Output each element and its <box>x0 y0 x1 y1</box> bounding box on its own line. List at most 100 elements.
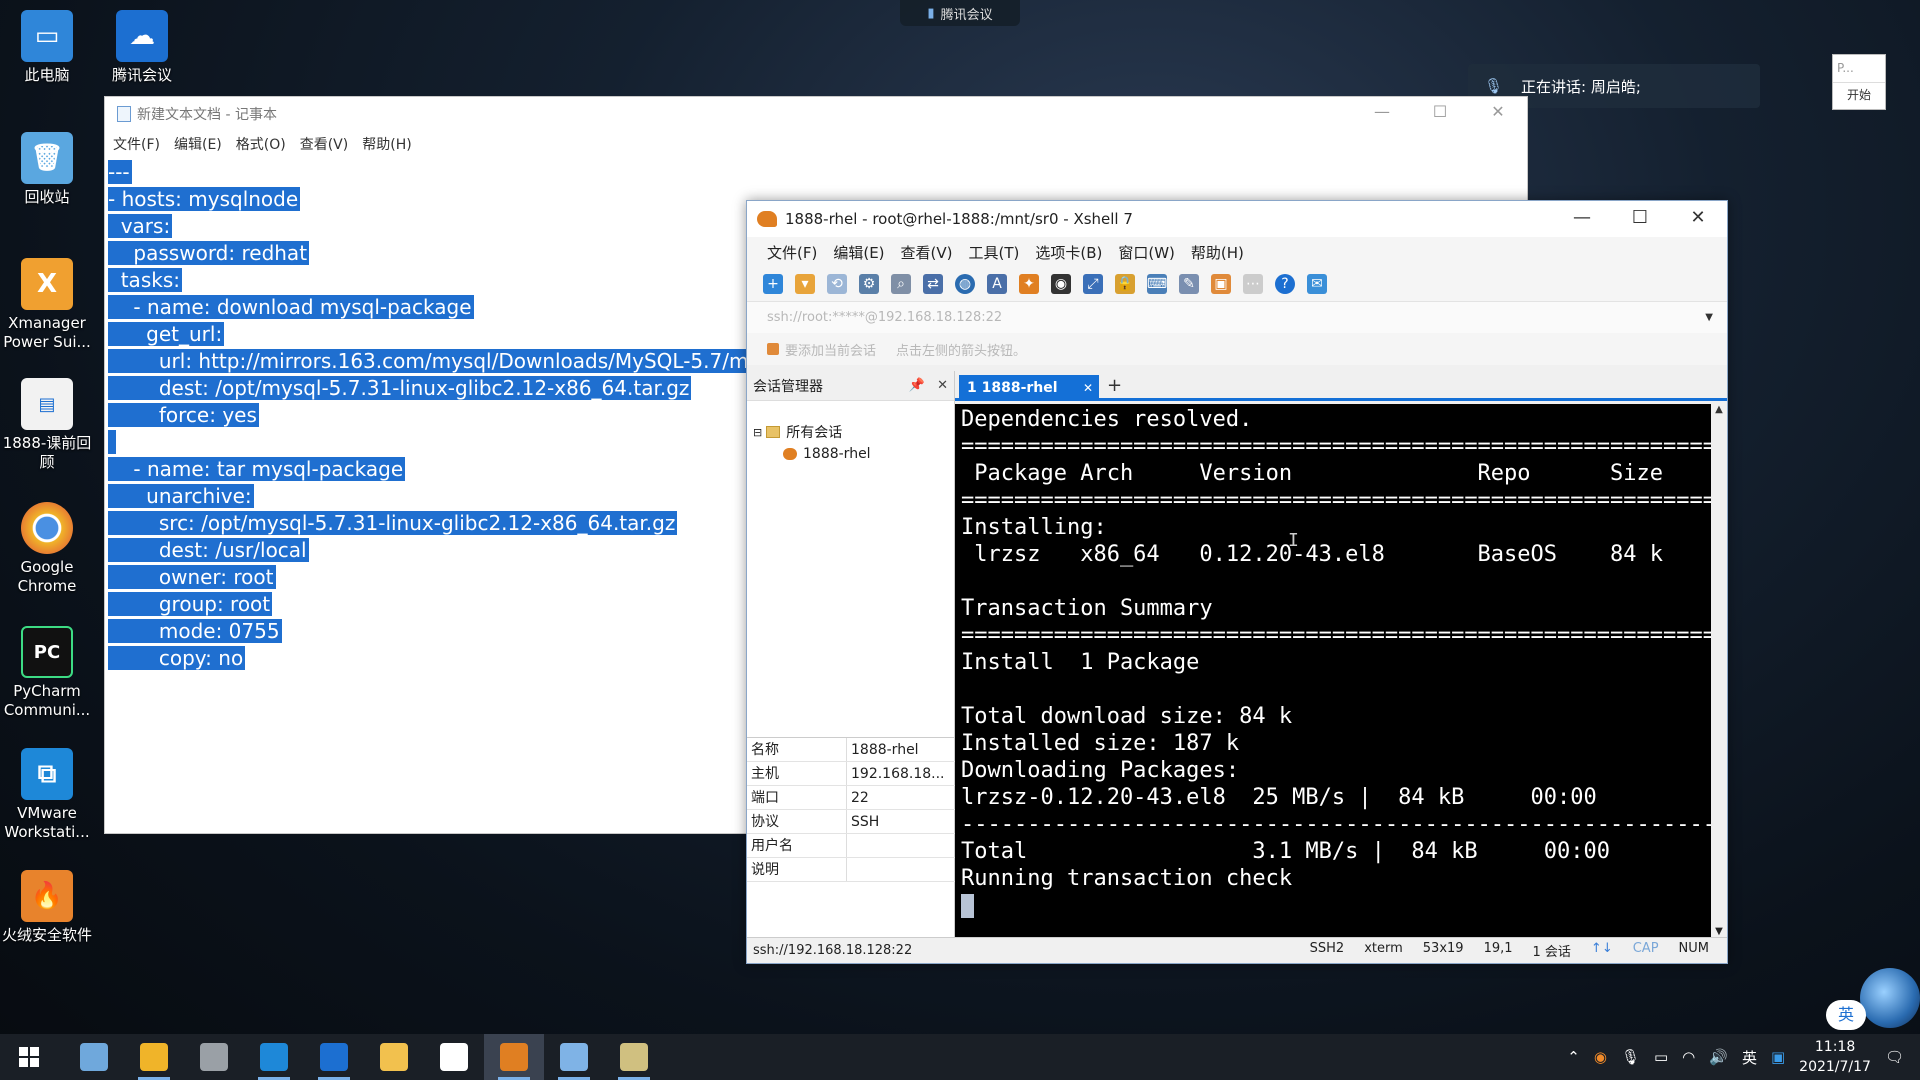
menu-help[interactable]: 帮助(H) <box>1191 242 1244 263</box>
tray-app-icon[interactable]: ◉ <box>1594 1048 1607 1066</box>
collapse-icon[interactable]: ⊟ <box>753 426 762 439</box>
scroll-up-icon[interactable]: ▲ <box>1711 404 1727 415</box>
menu-format[interactable]: 格式(O) <box>236 134 286 154</box>
menu-tools[interactable]: 工具(T) <box>969 242 1020 263</box>
ime-indicator[interactable]: 英 <box>1826 1000 1866 1030</box>
help-icon[interactable]: ? <box>1275 274 1295 294</box>
network-icon[interactable]: ◠ <box>1682 1048 1695 1066</box>
menu-edit[interactable]: 编辑(E) <box>833 242 884 263</box>
desktop-icon-xmanager[interactable]: X Xmanager Power Sui... <box>0 258 94 352</box>
address-text: ssh://root:*****@192.168.18.128:22 <box>767 310 1003 325</box>
taskbar-app-button[interactable] <box>244 1034 304 1080</box>
meeting-top-bar[interactable]: ▮ 腾讯会议 <box>900 0 1020 26</box>
menu-edit[interactable]: 编辑(E) <box>174 134 222 154</box>
desktop-icon-huorong[interactable]: 🔥 火绒安全软件 <box>0 870 94 945</box>
chevron-up-icon[interactable]: ⌃ <box>1567 1048 1580 1066</box>
notification-icon[interactable]: 🗨 <box>1885 1048 1904 1066</box>
desktop-icon-recycle-bin[interactable]: 🗑 回收站 <box>0 132 94 207</box>
desktop-icon-vmware[interactable]: ⧉ VMware Workstati... <box>0 748 94 842</box>
menu-help[interactable]: 帮助(H) <box>362 134 411 154</box>
compose-icon[interactable]: ▣ <box>1211 274 1231 294</box>
close-button[interactable]: ✕ <box>1669 201 1727 237</box>
menu-tabs[interactable]: 选项卡(B) <box>1035 242 1102 263</box>
address-dropdown-icon[interactable]: ▼ <box>1705 312 1713 323</box>
tab-session[interactable]: 1 1888-rhel ✕ <box>959 375 1099 401</box>
property-value: 22 <box>851 790 869 806</box>
property-key: 主机 <box>747 762 847 785</box>
taskbar-app-button[interactable] <box>424 1034 484 1080</box>
menu-file[interactable]: 文件(F) <box>113 134 160 154</box>
maximize-button[interactable]: ☐ <box>1411 97 1469 131</box>
tree-root[interactable]: ⊟ 所有会话 <box>753 421 954 443</box>
property-value <box>847 834 851 857</box>
xftp-icon[interactable]: ✦ <box>1019 274 1039 294</box>
battery-icon[interactable]: ▭ <box>1654 1048 1668 1066</box>
fullscreen-icon[interactable]: ⤢ <box>1083 274 1103 294</box>
tree-item-session[interactable]: 1888-rhel <box>753 443 954 465</box>
transfer-icon[interactable]: ⇄ <box>923 274 943 294</box>
maximize-button[interactable]: ☐ <box>1611 201 1669 237</box>
keyboard-icon[interactable]: ⌨ <box>1147 274 1167 294</box>
menu-file[interactable]: 文件(F) <box>767 242 817 263</box>
properties-icon[interactable]: ⚙ <box>859 274 879 294</box>
new-session-icon[interactable]: + <box>763 274 783 294</box>
reconnect-icon[interactable]: ⟲ <box>827 274 847 294</box>
taskbar-app-button[interactable] <box>544 1034 604 1080</box>
signal-icon: ▮ <box>927 5 935 21</box>
qq-icon[interactable]: ▣ <box>1771 1048 1785 1066</box>
tab-bar: 1 1888-rhel ✕ + <box>955 371 1727 401</box>
minimize-button[interactable]: — <box>1553 201 1611 237</box>
taskbar-app-button[interactable] <box>184 1034 244 1080</box>
menu-view[interactable]: 查看(V) <box>300 134 349 154</box>
ime-label[interactable]: 英 <box>1742 1047 1757 1068</box>
selected-text: dest: /usr/local <box>108 538 309 562</box>
terminal[interactable]: Dependencies resolved. ==================… <box>955 404 1711 937</box>
taskbar-app-button[interactable] <box>124 1034 184 1080</box>
property-row: 名称 1888-rhel <box>747 738 955 762</box>
chat-icon[interactable]: ✉ <box>1307 274 1327 294</box>
pin-icon[interactable]: 📌 <box>909 378 925 393</box>
taskbar-app-button[interactable] <box>364 1034 424 1080</box>
find-icon[interactable]: ⌕ <box>891 274 911 294</box>
desktop-icon-pycharm[interactable]: PC PyCharm Communi... <box>0 626 94 720</box>
menu-window[interactable]: 窗口(W) <box>1118 242 1175 263</box>
close-button[interactable]: ✕ <box>1469 97 1527 131</box>
property-row: 主机 192.168.18... <box>747 762 955 786</box>
desktop-icon-chrome[interactable]: Google Chrome <box>0 502 94 596</box>
taskbar-app-button[interactable] <box>604 1034 664 1080</box>
speaking-text: 正在讲话: 周启皓; <box>1521 77 1641 96</box>
selected-text: - name: download mysql-package <box>108 295 474 319</box>
script-icon[interactable]: ✎ <box>1179 274 1199 294</box>
clock[interactable]: 11:18 2021/7/17 <box>1799 1037 1871 1077</box>
close-icon[interactable]: ✕ <box>937 378 948 393</box>
mini-panel-label: P... <box>1833 55 1885 83</box>
notepad-menubar: 文件(F) 编辑(E) 格式(O) 查看(V) 帮助(H) <box>105 131 1527 157</box>
taskbar-app-button[interactable] <box>64 1034 124 1080</box>
lock-icon[interactable]: 🔒 <box>1115 274 1135 294</box>
desktop-icon-this-pc[interactable]: ▭ 此电脑 <box>0 10 94 85</box>
globe-icon[interactable]: ◍ <box>955 274 975 294</box>
terminal-scrollbar[interactable]: ▲ ▼ <box>1711 404 1727 937</box>
add-tab-button[interactable]: + <box>1107 375 1122 396</box>
scroll-down-icon[interactable]: ▼ <box>1711 926 1727 937</box>
property-value <box>847 858 851 881</box>
address-bar[interactable]: ssh://root:*****@192.168.18.128:22 ▼ <box>747 301 1727 333</box>
minimize-button[interactable]: — <box>1353 97 1411 131</box>
font-icon[interactable]: A <box>987 274 1007 294</box>
start-button[interactable] <box>0 1034 58 1080</box>
microphone-icon[interactable]: 🎙 <box>1621 1048 1640 1066</box>
tab-close-icon[interactable]: ✕ <box>1083 381 1093 395</box>
volume-icon[interactable]: 🔊 <box>1709 1048 1728 1066</box>
menu-view[interactable]: 查看(V) <box>901 242 953 263</box>
xmanager-icon: X <box>21 258 73 310</box>
notepad-titlebar[interactable]: 新建文本文档 - 记事本 <box>105 97 1527 131</box>
desktop-icon-course-doc[interactable]: ▤ 1888-课前回顾 <box>0 378 94 472</box>
taskbar-app-button[interactable] <box>304 1034 364 1080</box>
desktop-icon-tencent-meeting[interactable]: ☁ 腾讯会议 <box>94 10 190 85</box>
open-folder-icon[interactable]: ▾ <box>795 274 815 294</box>
assistant-globe-icon[interactable] <box>1860 968 1920 1028</box>
more-icon[interactable]: ⋯ <box>1243 274 1263 294</box>
start-button[interactable]: 开始 <box>1833 83 1885 109</box>
taskbar-app-button[interactable] <box>484 1034 544 1080</box>
camera-icon[interactable]: ◉ <box>1051 274 1071 294</box>
